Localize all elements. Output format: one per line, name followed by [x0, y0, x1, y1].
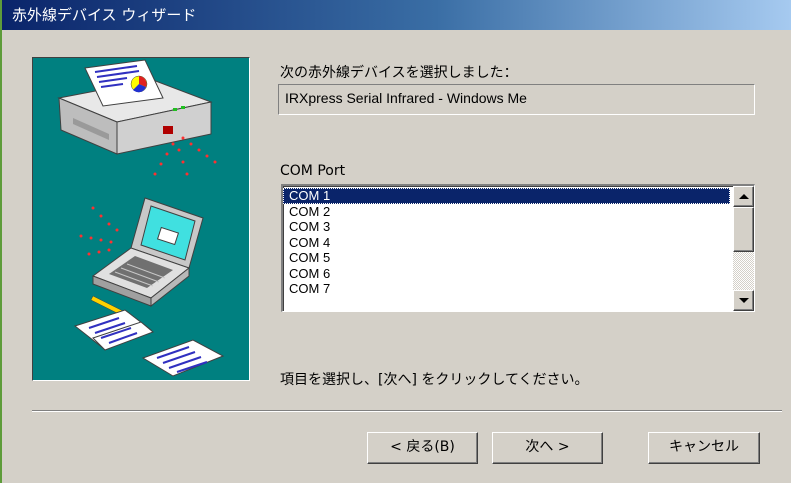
window-title: 赤外線デバイス ウィザード: [12, 6, 197, 24]
scroll-down-button[interactable]: [733, 290, 754, 311]
arrow-up-icon: [739, 194, 749, 199]
selected-device-field: IRXpress Serial Infrared - Windows Me: [278, 84, 755, 115]
next-button[interactable]: 次へ >: [492, 432, 603, 464]
back-button[interactable]: < 戻る(B): [367, 432, 478, 464]
printer-icon: [57, 59, 213, 155]
com-port-item[interactable]: COM 3: [283, 219, 730, 235]
com-port-list: COM 1 COM 2 COM 3 COM 4 COM 5 COM 6 COM 7: [283, 188, 730, 297]
wizard-illustration: [32, 57, 250, 381]
scroll-up-button[interactable]: [733, 186, 754, 207]
com-port-item[interactable]: COM 4: [283, 235, 730, 251]
next-button-label: 次へ >: [525, 439, 570, 455]
arrow-down-icon: [739, 298, 749, 303]
laptop-icon: [91, 197, 204, 308]
com-port-item[interactable]: COM 2: [283, 204, 730, 220]
scroll-thumb[interactable]: [733, 207, 754, 252]
vertical-scrollbar[interactable]: [733, 186, 754, 311]
printer-laptop-infrared-illustration: [57, 59, 225, 377]
wizard-dialog: 赤外線デバイス ウィザード 次の赤外線デバイスを選択しました： IRXpress…: [0, 0, 791, 483]
separator: [32, 410, 782, 412]
com-port-listbox[interactable]: COM 1 COM 2 COM 3 COM 4 COM 5 COM 6 COM 7: [281, 184, 755, 312]
document-icon: [73, 309, 225, 377]
com-port-item[interactable]: COM 6: [283, 266, 730, 282]
selected-device-label: 次の赤外線デバイスを選択しました：: [280, 65, 518, 81]
instruction-text: 項目を選択し、[次へ] をクリックしてください。: [280, 372, 589, 388]
cancel-button[interactable]: キャンセル: [648, 432, 760, 464]
title-bar[interactable]: 赤外線デバイス ウィザード: [2, 0, 791, 30]
com-port-item[interactable]: COM 5: [283, 250, 730, 266]
com-port-label: COM Port: [280, 163, 346, 179]
com-port-item[interactable]: COM 1: [283, 188, 730, 204]
com-port-item[interactable]: COM 7: [283, 281, 730, 297]
